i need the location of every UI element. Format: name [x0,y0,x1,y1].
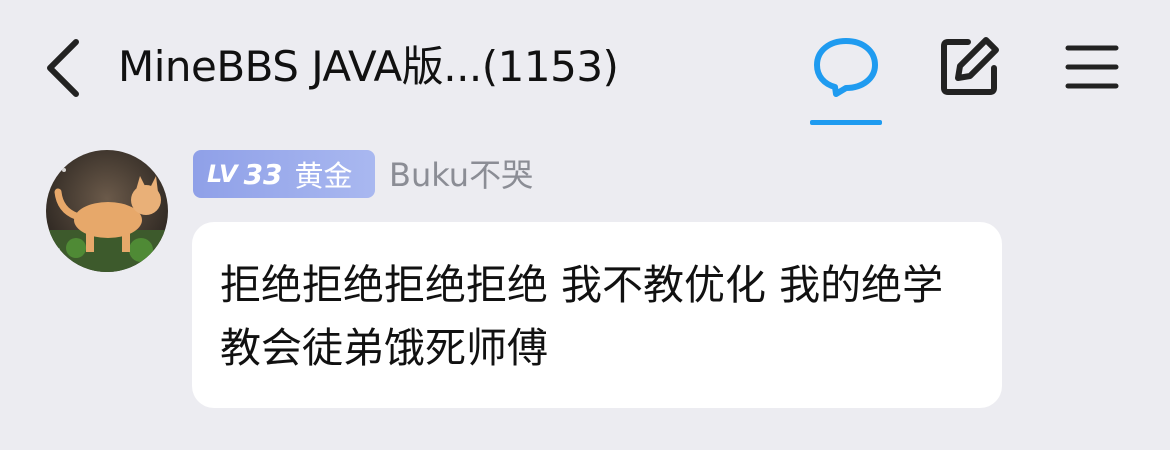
message-bubble[interactable]: 拒绝拒绝拒绝拒绝 我不教优化 我的绝学 教会徒弟饿死师傅 [192,222,1002,408]
message-text: 拒绝拒绝拒绝拒绝 我不教优化 我的绝学 教会徒弟饿死师傅 [220,261,944,372]
menu-button[interactable] [1064,42,1120,92]
sender-name[interactable]: Buku不哭 [389,152,533,198]
user-avatar[interactable] [46,150,168,272]
chat-tab-button[interactable] [812,36,880,98]
chat-title: MineBBS JAVA版...(1153) [118,42,619,91]
edit-button[interactable] [938,34,1002,98]
rank-title: 黄金 [294,159,353,193]
cat-avatar [46,150,168,272]
chevron-left-icon [47,39,79,97]
back-button[interactable] [40,36,92,100]
edit-icon [941,37,999,95]
level-badge: LV 33 黄金 [193,150,375,198]
hamburger-menu-icon [1065,45,1119,89]
chat-bubble-icon [814,38,878,97]
chat-header: MineBBS JAVA版...(1153) [0,0,1170,130]
level-prefix: LV [207,160,238,188]
active-tab-indicator [810,120,882,125]
level-number: 33 [243,157,283,191]
